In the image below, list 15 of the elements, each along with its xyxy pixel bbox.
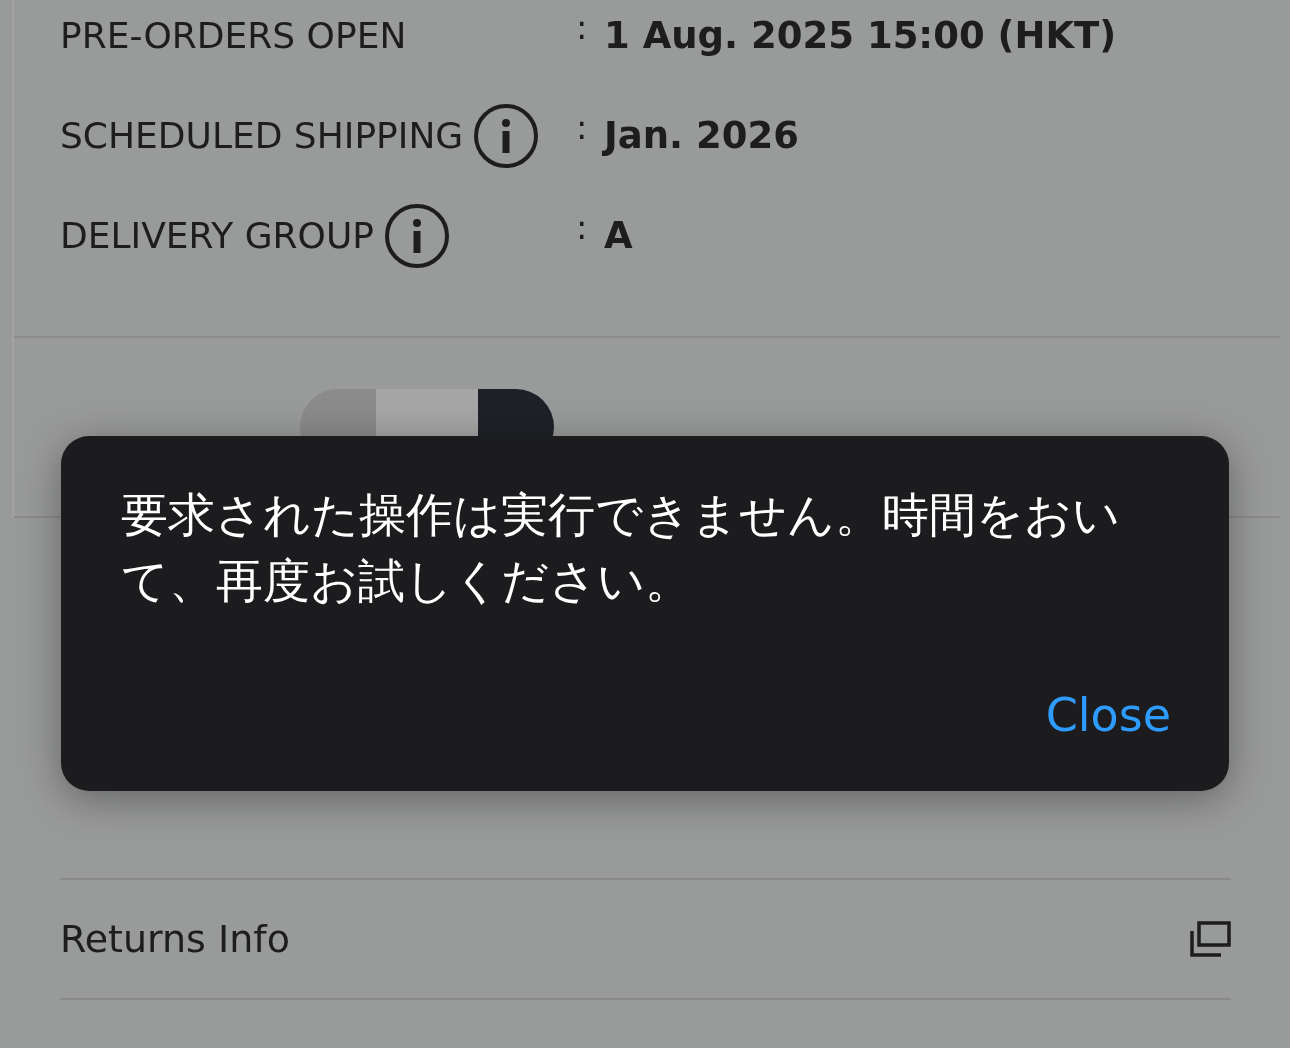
windows-icon [1189,921,1231,957]
close-button[interactable]: Close [1045,690,1171,741]
info-icon[interactable] [383,203,450,269]
separator: : [576,206,589,249]
detail-label: DELIVERY GROUP [60,214,374,258]
detail-value: Jan. 2026 [604,113,799,160]
alert-message: 要求された操作は実行できません。時間をおいて、再度お試しください。 [121,486,1121,610]
separator: : [576,6,589,49]
detail-label: SCHEDULED SHIPPING [60,114,464,158]
detail-value: 1 Aug. 2025 15:00 (HKT) [604,13,1117,60]
separator: : [576,106,589,149]
detail-value: A [604,213,633,260]
info-icon[interactable] [473,103,540,169]
detail-label: PRE-ORDERS OPEN [60,14,407,58]
info-link[interactable]: Returns Info [60,878,1231,998]
